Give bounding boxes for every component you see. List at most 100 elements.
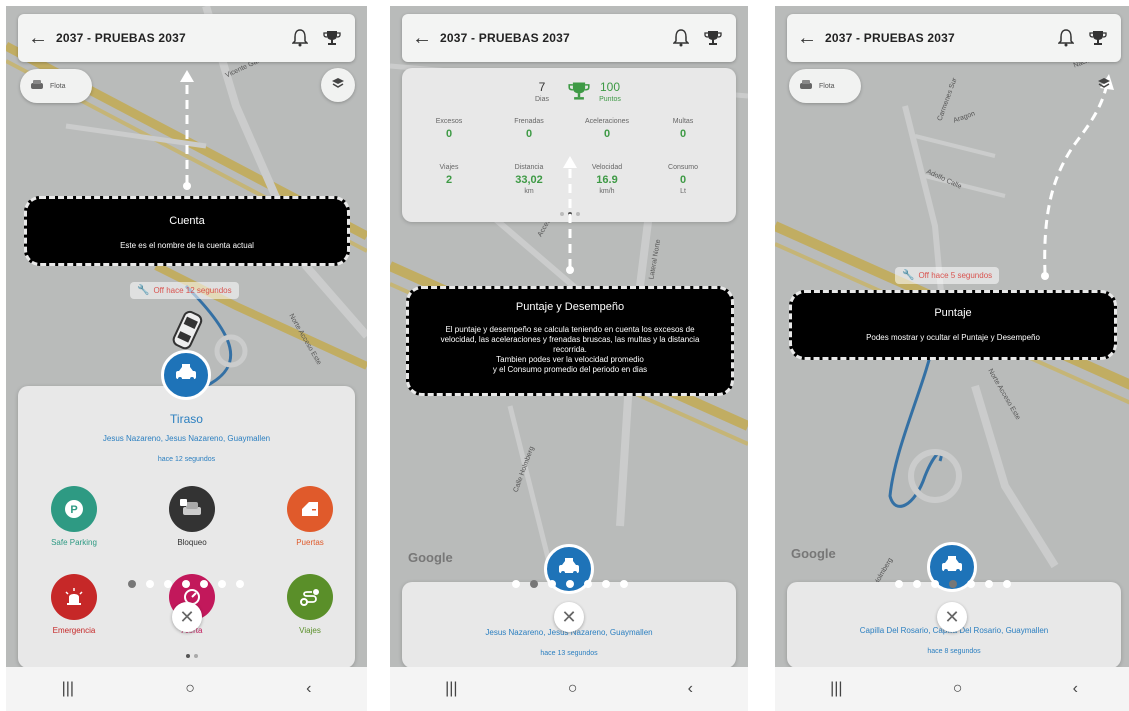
tour-title: Puntaje <box>934 307 972 319</box>
stat-viajes: Viajes 2 <box>439 164 459 186</box>
vehicle-name: Tiraso <box>170 412 203 426</box>
close-tour-button[interactable]: ✕ <box>172 602 202 632</box>
trophy-icon[interactable] <box>319 25 345 51</box>
last-update: hace 12 segundos <box>157 456 216 463</box>
emergencia-button[interactable]: Emergencia <box>44 574 104 635</box>
google-logo: Google <box>408 550 453 565</box>
layers-button[interactable] <box>1087 68 1121 102</box>
tour-step-dot[interactable] <box>1003 580 1011 588</box>
account-name: 2037 - PRUEBAS 2037 <box>440 31 570 45</box>
back-icon[interactable]: ‹ <box>306 680 311 698</box>
vehicle-status: 🔧 Off hace 5 segundos <box>895 267 1000 284</box>
tour-step-dot[interactable] <box>895 580 903 588</box>
close-icon: ✕ <box>561 606 577 627</box>
back-arrow-icon[interactable]: ← <box>28 27 56 50</box>
route-icon <box>287 574 333 620</box>
tour-step-dot[interactable] <box>931 580 939 588</box>
tour-description-line: Tambien podes ver la velocidad promedio <box>496 355 644 364</box>
action-label: Safe Parking <box>51 538 97 547</box>
close-tour-button[interactable]: ✕ <box>937 602 967 632</box>
tour-step-dot[interactable] <box>566 580 574 588</box>
stat-excesos: Excesos 0 <box>435 118 463 140</box>
tour-description-line: velocidad, las aceleraciones y frenadas … <box>440 335 700 344</box>
viajes-button[interactable]: Viajes <box>280 574 340 635</box>
layers-icon <box>1097 76 1111 94</box>
tour-description: Podes mostrar y ocultar el Puntaje y Des… <box>866 333 1040 342</box>
bell-icon[interactable] <box>287 25 313 51</box>
wrench-icon: 🔧 <box>137 285 150 296</box>
tour-step-dot[interactable] <box>200 580 208 588</box>
android-nav-bar: ||| ○ ‹ <box>6 667 367 711</box>
tour-step-dot[interactable] <box>164 580 172 588</box>
account-name: 2037 - PRUEBAS 2037 <box>56 31 186 45</box>
phone-screen-score-toggle: Carmenes Sur Aragon Adolfo Calle Norte A… <box>775 6 1129 711</box>
trophy-score-icon <box>568 80 590 107</box>
tour-step-dot[interactable] <box>182 580 190 588</box>
door-icon <box>287 486 333 532</box>
tour-step-dot[interactable] <box>602 580 610 588</box>
tour-description-line: El puntaje y desempeño se calcula tenien… <box>445 325 695 334</box>
trophy-icon[interactable] <box>700 25 726 51</box>
tour-step-dot[interactable] <box>236 580 244 588</box>
tour-step-dot[interactable] <box>985 580 993 588</box>
home-icon[interactable]: ○ <box>185 680 195 698</box>
bell-icon[interactable] <box>668 25 694 51</box>
fleet-label: Flota <box>50 82 66 90</box>
back-arrow-icon[interactable]: ← <box>797 27 825 50</box>
tour-description-line: recorrida. <box>553 345 587 354</box>
fleet-button[interactable]: Flota <box>789 69 861 103</box>
bell-icon[interactable] <box>1053 25 1079 51</box>
points-value: 100 <box>599 80 621 94</box>
stat-frenadas: Frenadas 0 <box>514 118 544 140</box>
tour-step-dot[interactable] <box>512 580 520 588</box>
tour-tooltip: Puntaje y Desempeño El puntaje y desempe… <box>406 286 734 396</box>
recents-icon[interactable]: ||| <box>445 680 457 698</box>
home-icon[interactable]: ○ <box>568 680 578 698</box>
tour-step-dot[interactable] <box>949 580 957 588</box>
tour-step-dot[interactable] <box>584 580 592 588</box>
taxi-icon <box>557 557 581 582</box>
svg-text:P: P <box>70 504 77 516</box>
recents-icon[interactable]: ||| <box>830 680 842 698</box>
phone-screen-account: Vicente Gallo Norte Acceso Este ← 2037 -… <box>6 6 367 711</box>
vehicle-status: 🔧 Off hace 12 segundos <box>130 282 239 299</box>
tour-tooltip: Puntaje Podes mostrar y ocultar el Punta… <box>789 290 1117 360</box>
tour-description: Este es el nombre de la cuenta actual <box>120 241 254 250</box>
tour-page-indicator <box>895 580 1011 588</box>
tour-step-dot[interactable] <box>128 580 136 588</box>
recents-icon[interactable]: ||| <box>62 680 74 698</box>
close-tour-button[interactable]: ✕ <box>554 602 584 632</box>
back-icon[interactable]: ‹ <box>1073 680 1078 698</box>
puertas-button[interactable]: Puertas <box>280 486 340 547</box>
home-icon[interactable]: ○ <box>953 680 963 698</box>
safe-parking-button[interactable]: P Safe Parking <box>44 486 104 547</box>
parking-icon: P <box>51 486 97 532</box>
top-bar: ← 2037 - PRUEBAS 2037 <box>787 14 1121 62</box>
tour-page-indicator <box>512 580 628 588</box>
back-arrow-icon[interactable]: ← <box>412 27 440 50</box>
action-label: Viajes <box>299 626 321 635</box>
last-update: hace 8 segundos <box>927 648 981 655</box>
vehicle-address: Jesus Nazareno, Jesus Nazareno, Guaymall… <box>102 434 271 443</box>
tour-step-dot[interactable] <box>218 580 226 588</box>
points-label: Puntos <box>599 96 621 103</box>
tour-step-dot[interactable] <box>548 580 556 588</box>
close-icon: ✕ <box>944 606 960 627</box>
top-bar: ← 2037 - PRUEBAS 2037 <box>18 14 355 62</box>
car-marker-icon[interactable] <box>169 306 205 356</box>
tour-step-dot[interactable] <box>530 580 538 588</box>
days-value: 7 <box>538 80 546 94</box>
fleet-label: Flota <box>819 82 835 90</box>
car-lock-icon <box>169 486 215 532</box>
layers-button[interactable] <box>321 68 355 102</box>
tour-step-dot[interactable] <box>913 580 921 588</box>
tour-description-line: y el Consumo promedio del periodo en dia… <box>492 365 648 374</box>
trophy-icon[interactable] <box>1085 25 1111 51</box>
back-icon[interactable]: ‹ <box>688 680 693 698</box>
vehicle-avatar[interactable] <box>161 350 211 400</box>
tour-step-dot[interactable] <box>146 580 154 588</box>
tour-step-dot[interactable] <box>967 580 975 588</box>
tour-step-dot[interactable] <box>620 580 628 588</box>
bloqueo-button[interactable]: Bloqueo <box>162 486 222 547</box>
fleet-button[interactable]: Flota <box>20 69 92 103</box>
